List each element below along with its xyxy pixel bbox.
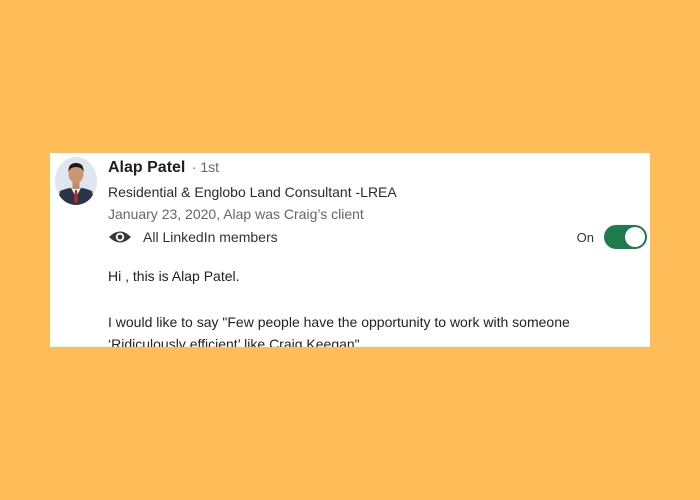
connection-degree: · 1st [191,159,220,175]
eye-icon [108,229,132,245]
message-line-2: ‘Ridiculously efficient’ like Craig Keeg… [108,336,364,347]
toggle-state-label: On [576,229,594,245]
visibility-toggle[interactable] [604,225,647,249]
author-name[interactable]: Alap Patel [108,159,185,176]
avatar[interactable] [55,157,97,205]
visibility-setting: All LinkedIn members [108,227,278,247]
recommendation-date: January 23, 2020, Alap was Craig’s clien… [108,206,364,222]
greeting-text: Hi , this is Alap Patel. [108,268,240,284]
message-line-1: I would like to say "Few people have the… [108,314,570,330]
visibility-toggle-group: On [577,225,647,249]
visibility-label: All LinkedIn members [143,229,278,245]
toggle-knob [625,227,645,247]
author-name-row: Alap Patel · 1st [108,159,219,177]
profile-photo-icon [55,157,97,205]
recommendation-body: Hi , this is Alap Patel. I would like to… [108,265,638,347]
recommendation-card: Alap Patel · 1st Residential & Englobo L… [50,153,650,347]
author-headline: Residential & Englobo Land Consultant -L… [108,184,397,200]
